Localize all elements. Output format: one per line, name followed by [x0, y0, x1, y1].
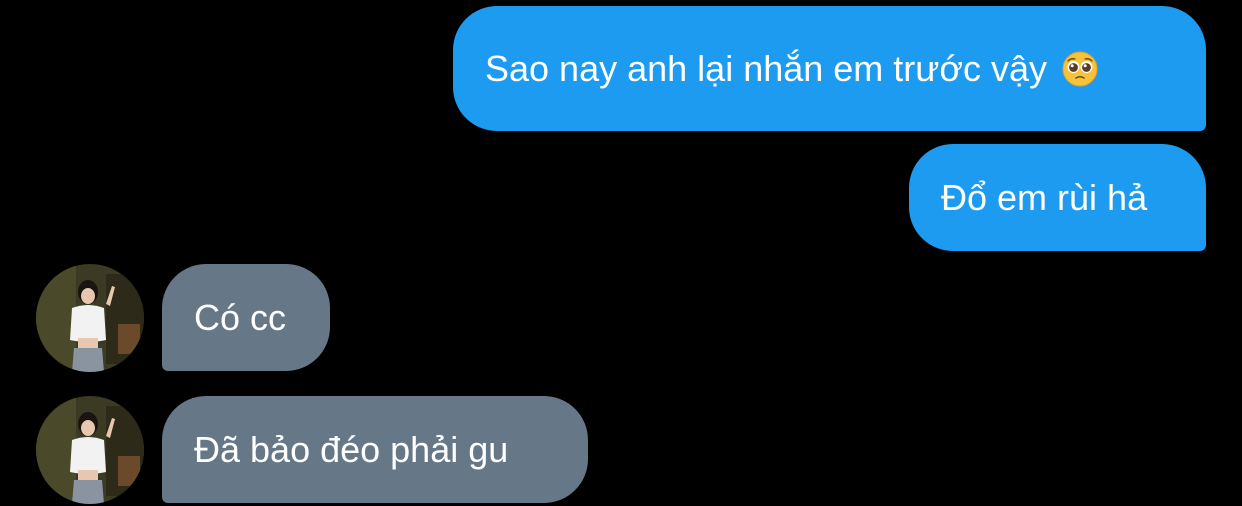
chat-thread: Sao nay anh lại nhắn em trước vậy Đổ em … — [0, 0, 1242, 506]
received-message-bubble[interactable]: Có cc — [162, 264, 330, 371]
avatar-photo-icon — [36, 396, 144, 504]
avatar-photo-icon — [36, 264, 144, 372]
sent-message-bubble[interactable]: Sao nay anh lại nhắn em trước vậy — [453, 6, 1206, 131]
received-message-bubble[interactable]: Đã bảo đéo phải gu — [162, 396, 588, 503]
message-text: Đã bảo đéo phải gu — [194, 428, 509, 470]
message-text: Có cc — [194, 296, 287, 338]
message-text: Đổ em rùi hả — [941, 176, 1148, 218]
contact-avatar[interactable] — [36, 396, 144, 504]
contact-avatar[interactable] — [36, 264, 144, 372]
sent-message-bubble[interactable]: Đổ em rùi hả — [909, 144, 1206, 251]
pleading-face-icon — [1061, 50, 1099, 88]
message-text: Sao nay anh lại nhắn em trước vậy — [485, 47, 1048, 89]
